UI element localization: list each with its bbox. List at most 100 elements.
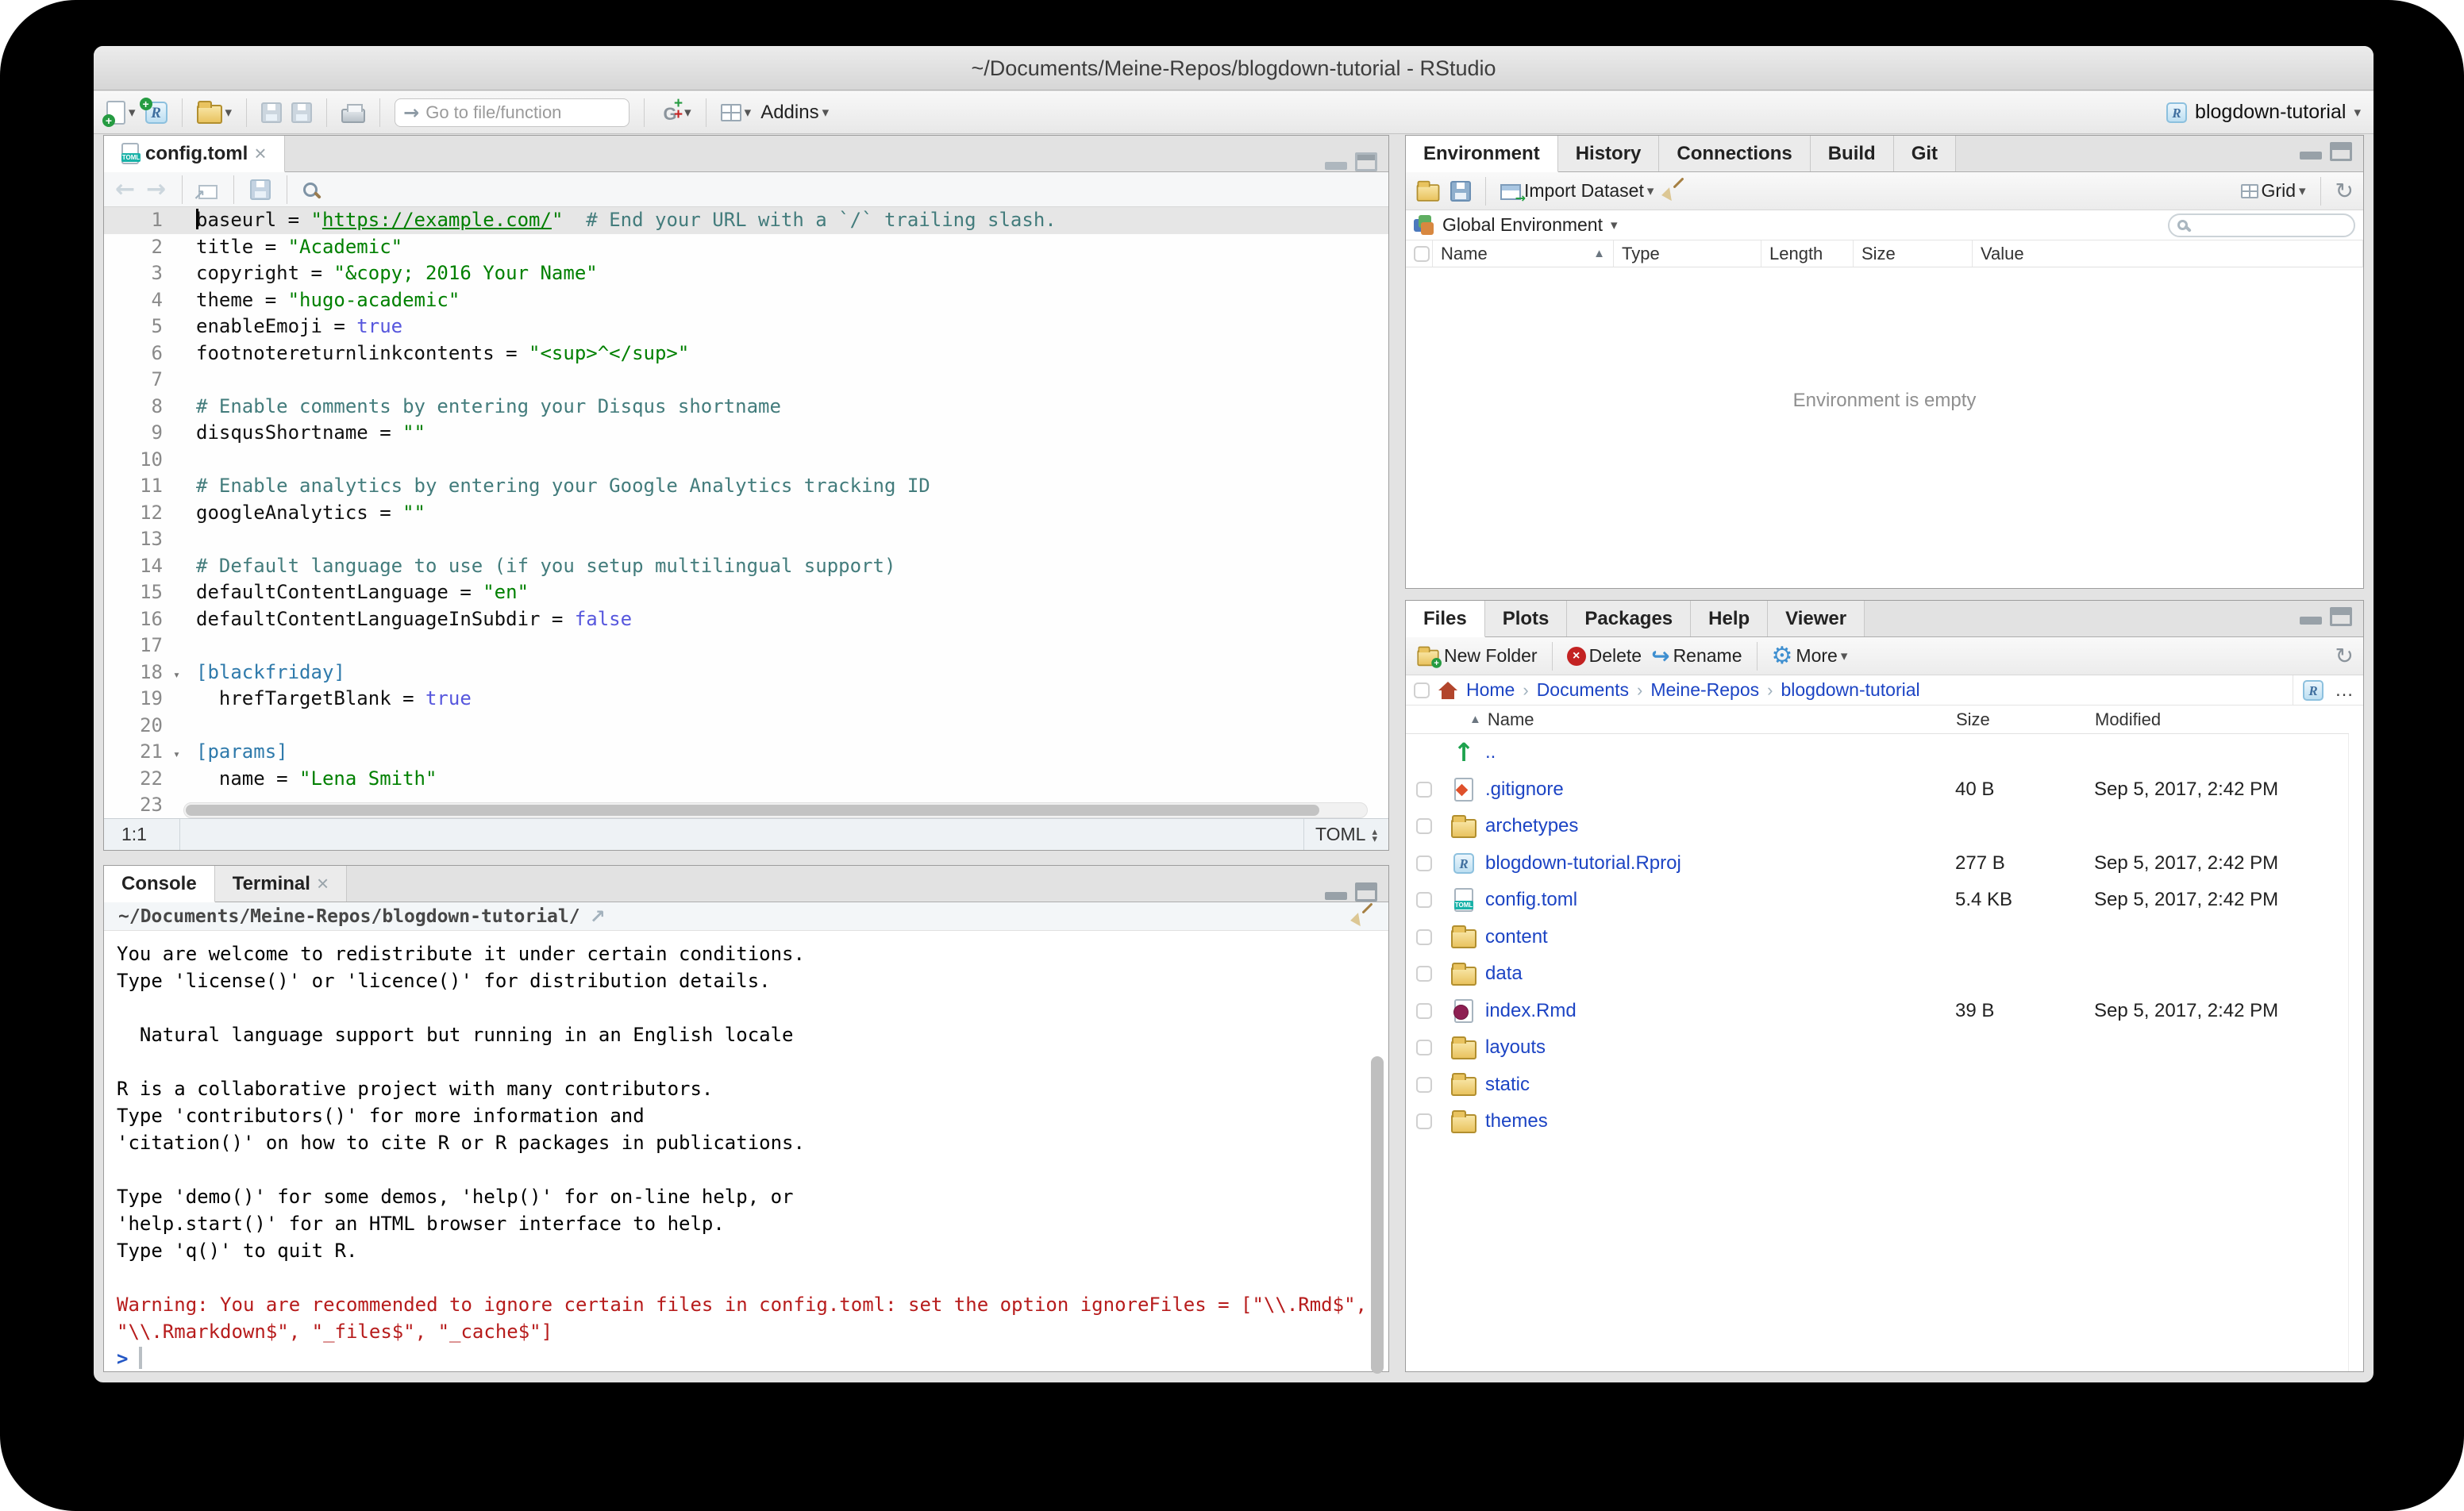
tab-connections[interactable]: Connections	[1659, 136, 1810, 171]
select-all-checkbox[interactable]	[1414, 246, 1430, 262]
import-dataset-button[interactable]: Import Dataset ▾	[1500, 180, 1654, 202]
file-row[interactable]: content	[1406, 919, 2348, 956]
file-checkbox[interactable]	[1416, 1077, 1432, 1093]
column-header-size[interactable]: Size	[1956, 709, 2095, 730]
code-editor[interactable]: 1baseurl = "https://example.com/" # End …	[104, 207, 1388, 818]
minimize-pane-icon[interactable]	[2300, 152, 2322, 160]
goto-file-function-input[interactable]	[425, 102, 608, 123]
breadcrumb-item-documents[interactable]: Documents	[1537, 679, 1629, 701]
more-options-button[interactable]: …	[2335, 679, 2355, 702]
print-button[interactable]	[341, 102, 365, 123]
save-icon[interactable]	[250, 179, 271, 200]
save-workspace-icon[interactable]	[1450, 181, 1471, 202]
close-icon[interactable]: ×	[317, 871, 329, 896]
open-file-button[interactable]: ▾	[197, 101, 233, 124]
tab-terminal[interactable]: Terminal×	[215, 866, 347, 902]
tab-config-toml[interactable]: config.toml ×	[104, 136, 285, 172]
column-header-type[interactable]: Type	[1614, 240, 1761, 267]
scrollbar-thumb[interactable]	[186, 805, 1319, 816]
environment-search-input[interactable]	[2194, 216, 2329, 234]
save-button[interactable]	[261, 102, 282, 123]
minimize-pane-icon[interactable]	[1325, 892, 1347, 900]
file-checkbox[interactable]	[1416, 1113, 1432, 1129]
cursor-position[interactable]: 1:1	[104, 819, 180, 850]
file-name-link[interactable]: static	[1485, 1074, 1955, 1096]
tab-packages[interactable]: Packages	[1567, 601, 1691, 636]
scope-label[interactable]: Global Environment	[1442, 214, 1603, 236]
grid-view-button[interactable]: Grid ▾	[2241, 180, 2306, 202]
file-row[interactable]: ↑..	[1406, 734, 2348, 771]
scrollbar-thumb[interactable]	[1371, 1056, 1384, 1374]
file-row[interactable]: config.toml5.4 KBSep 5, 2017, 2:42 PM	[1406, 882, 2348, 919]
file-name-link[interactable]: .gitignore	[1485, 779, 1955, 801]
version-control-button[interactable]: ▾	[659, 101, 691, 125]
breadcrumb-item-blogdown-tutorial[interactable]: blogdown-tutorial	[1781, 679, 1919, 701]
tab-files[interactable]: Files	[1406, 601, 1485, 637]
goto-directory-icon[interactable]: ↗	[590, 907, 606, 926]
tab-history[interactable]: History	[1558, 136, 1660, 171]
popout-icon[interactable]	[198, 185, 218, 199]
file-name-link[interactable]: ..	[1485, 741, 1955, 763]
new-folder-button[interactable]: New Folder	[1415, 644, 1538, 667]
fold-arrow-icon[interactable]: ▾	[173, 662, 180, 689]
column-header-size[interactable]: Size	[1854, 240, 1973, 267]
file-row[interactable]: .gitignore40 BSep 5, 2017, 2:42 PM	[1406, 771, 2348, 809]
horizontal-scrollbar[interactable]	[183, 802, 1368, 818]
console-output[interactable]: You are welcome to redistribute it under…	[104, 931, 1388, 1371]
new-file-button[interactable]: ▾	[106, 101, 136, 125]
close-icon[interactable]: ×	[254, 141, 266, 166]
rename-button[interactable]: ↪ Rename	[1651, 645, 1742, 667]
file-checkbox[interactable]	[1416, 1003, 1432, 1019]
minimize-pane-icon[interactable]	[2300, 617, 2322, 625]
file-row[interactable]: layouts	[1406, 1029, 2348, 1067]
clear-environment-icon[interactable]	[1663, 180, 1685, 202]
file-name-link[interactable]: config.toml	[1485, 889, 1955, 911]
file-row[interactable]: themes	[1406, 1103, 2348, 1140]
file-checkbox[interactable]	[1416, 966, 1432, 982]
refresh-icon[interactable]: ↻	[2335, 645, 2354, 667]
more-button[interactable]: ⚙ More ▾	[1772, 644, 1848, 668]
save-all-button[interactable]	[291, 102, 312, 123]
addins-button[interactable]: Addins▾	[760, 102, 829, 124]
project-selector[interactable]: blogdown-tutorial ▾	[2166, 101, 2361, 124]
maximize-pane-icon[interactable]	[1355, 152, 1377, 171]
file-name-link[interactable]: themes	[1485, 1110, 1955, 1132]
breadcrumb-item-meine-repos[interactable]: Meine-Repos	[1650, 679, 1759, 701]
file-checkbox[interactable]	[1416, 929, 1432, 945]
tab-build[interactable]: Build	[1811, 136, 1894, 171]
file-name-link[interactable]: data	[1485, 963, 1955, 985]
file-name-link[interactable]: index.Rmd	[1485, 1000, 1955, 1022]
maximize-pane-icon[interactable]	[2330, 142, 2352, 161]
column-header-value[interactable]: Value	[1973, 240, 2363, 267]
column-header-modified[interactable]: Modified	[2095, 709, 2349, 730]
search-icon[interactable]	[303, 183, 318, 197]
filetype-selector[interactable]: TOML▴▾	[1303, 819, 1388, 850]
refresh-icon[interactable]: ↻	[2335, 180, 2354, 202]
home-icon[interactable]	[1438, 682, 1458, 699]
column-header-length[interactable]: Length	[1761, 240, 1854, 267]
fold-arrow-icon[interactable]: ▾	[173, 741, 180, 768]
file-name-link[interactable]: layouts	[1485, 1036, 1955, 1059]
file-row[interactable]: static	[1406, 1067, 2348, 1104]
new-project-button[interactable]	[145, 102, 167, 124]
tab-plots[interactable]: Plots	[1485, 601, 1568, 636]
tab-git[interactable]: Git	[1894, 136, 1956, 171]
file-row[interactable]: index.Rmd39 BSep 5, 2017, 2:42 PM	[1406, 993, 2348, 1030]
file-row[interactable]: blogdown-tutorial.Rproj277 BSep 5, 2017,…	[1406, 845, 2348, 882]
column-header-name[interactable]: ▲Name	[1406, 709, 1956, 730]
console-scrollbar[interactable]	[1371, 1056, 1384, 1374]
minimize-pane-icon[interactable]	[1325, 162, 1347, 170]
tab-viewer[interactable]: Viewer	[1768, 601, 1865, 636]
breadcrumb-item-home[interactable]: Home	[1466, 679, 1515, 701]
forward-icon[interactable]: →	[146, 178, 166, 202]
file-row[interactable]: data	[1406, 955, 2348, 993]
file-name-link[interactable]: content	[1485, 926, 1955, 948]
column-header-name[interactable]: Name▲	[1433, 240, 1614, 267]
back-icon[interactable]: ←	[115, 178, 135, 202]
tab-environment[interactable]: Environment	[1406, 136, 1558, 172]
file-row[interactable]: archetypes	[1406, 808, 2348, 845]
goto-file-function-box[interactable]: →	[395, 98, 629, 127]
load-workspace-icon[interactable]	[1417, 184, 1440, 202]
file-checkbox[interactable]	[1416, 1040, 1432, 1055]
file-checkbox[interactable]	[1416, 855, 1432, 871]
